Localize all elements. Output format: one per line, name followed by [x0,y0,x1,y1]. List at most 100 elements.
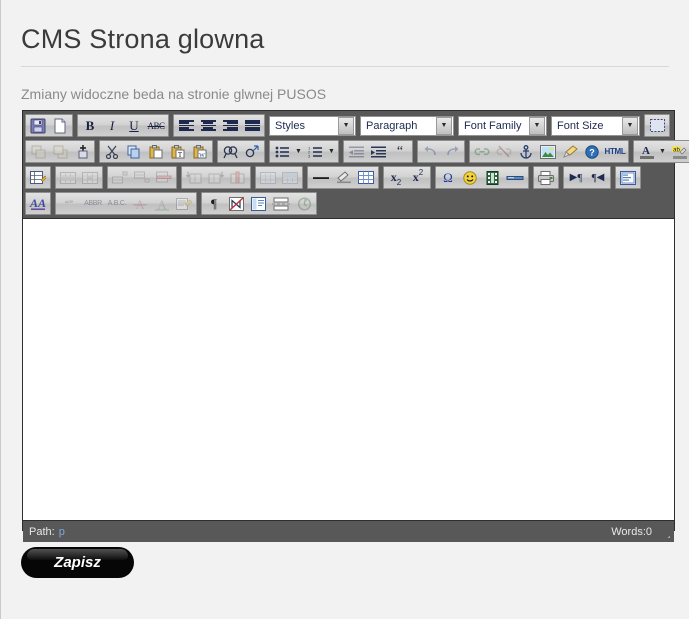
link-icon[interactable] [471,141,493,162]
page-break-icon[interactable] [503,167,527,188]
direction-rtl-icon[interactable]: ¶ ◀ [587,167,609,188]
restore-draft-icon[interactable] [293,193,315,214]
paste-word-icon[interactable]: W [189,141,211,162]
align-left-icon[interactable] [175,115,197,136]
split-cells-icon[interactable] [257,167,279,188]
toolbar-group-table-edit [25,166,51,189]
citation-icon[interactable]: “” [57,193,81,214]
align-center-icon[interactable] [197,115,219,136]
styles-select[interactable]: Styles ▼ [269,115,357,136]
horizontal-rule-icon[interactable] [309,167,333,188]
save-button[interactable]: Zapisz [21,547,134,578]
paste-icon[interactable] [145,141,167,162]
font-size-select[interactable]: Font Size ▼ [551,115,641,136]
insert-column-before-icon[interactable] [183,167,205,188]
save-icon[interactable] [27,115,49,136]
toolbar-group-table-merge [255,166,303,189]
remove-format-icon[interactable] [333,167,355,188]
media-icon[interactable] [481,167,503,188]
insert-row-after-icon[interactable] [131,167,153,188]
table-row-properties-icon[interactable] [57,167,79,188]
chevron-down-icon[interactable]: ▼ [622,116,639,135]
align-right-icon[interactable] [219,115,241,136]
font-family-select-value: Font Family [463,119,522,132]
italic-icon[interactable]: I [101,115,123,136]
paste-text-icon[interactable]: T [167,141,189,162]
insert-row-before-icon[interactable] [109,167,131,188]
chevron-down-icon[interactable]: ▼ [529,116,545,135]
toolbar-group-find [217,140,265,163]
underline-icon[interactable]: U [123,115,145,136]
show-invisible-chars-icon[interactable]: ¶ [203,193,225,214]
delete-row-icon[interactable] [153,167,175,188]
print-icon[interactable] [535,167,557,188]
toolbar-group-media: Ω [435,166,529,189]
chevron-down-icon[interactable]: ▼ [435,116,452,135]
numbered-list-dropdown-icon[interactable]: ▼ [326,141,337,162]
nonbreaking-icon[interactable] [225,193,247,214]
deletion-icon[interactable]: A [129,193,151,214]
resize-grip-icon[interactable] [658,526,670,538]
numbered-list-icon[interactable]: 1 2 3 [304,141,326,162]
replace-icon[interactable] [241,141,263,162]
copy-icon[interactable] [123,141,145,162]
redo-icon[interactable] [441,141,463,162]
blockquote-icon[interactable]: “ [389,141,411,162]
html-source-icon[interactable]: HTML [603,141,627,162]
style-props-icon[interactable]: AA [27,193,49,214]
outdent-icon[interactable] [345,141,367,162]
bold-icon[interactable]: B [79,115,101,136]
merge-cells-icon[interactable] [279,167,301,188]
acronym-icon[interactable]: A.B.C. [105,193,129,214]
edit-table-icon[interactable] [27,167,49,188]
bullet-list-icon[interactable] [271,141,293,162]
unlink-icon[interactable] [493,141,515,162]
layer-back-icon[interactable] [27,141,49,162]
superscript-icon[interactable]: x2 [407,167,429,188]
special-character-icon[interactable]: Ω [437,167,459,188]
insert-column-after-icon[interactable] [205,167,227,188]
toolbar-group-direction: ▶ ¶ ¶ ◀ [563,166,611,189]
anchor-icon[interactable] [515,141,537,162]
delete-column-icon[interactable] [227,167,249,188]
toolbar-group-clipboard: T W [99,140,213,163]
save-button-label: Zapisz [54,554,101,571]
background-color-icon[interactable]: ab [668,141,689,162]
attributes-icon[interactable] [173,193,195,214]
page-break-2-icon[interactable] [269,193,293,214]
layer-add-icon[interactable] [71,141,93,162]
insertion-icon[interactable]: A [151,193,173,214]
emoticon-icon[interactable] [459,167,481,188]
abbreviation-icon[interactable]: ABBR [81,193,105,214]
search-icon[interactable] [219,141,241,162]
bullet-list-dropdown-icon[interactable]: ▼ [293,141,304,162]
path-value[interactable]: p [59,526,65,538]
select-all-icon[interactable] [646,115,668,136]
text-color-dropdown-icon[interactable]: ▼ [657,141,668,162]
text-color-icon[interactable]: A [635,141,657,162]
paragraph-select[interactable]: Paragraph ▼ [360,115,454,136]
visual-aid-icon[interactable] [355,167,377,188]
toolbar-group-file [25,114,73,137]
help-icon[interactable]: ? [581,141,603,162]
toolbar-group-styleprops: AA [25,192,51,215]
indent-icon[interactable] [367,141,389,162]
cleanup-icon[interactable] [559,141,581,162]
strikethrough-icon[interactable]: ABC [145,115,167,136]
undo-icon[interactable] [419,141,441,162]
align-justify-icon[interactable] [241,115,263,136]
font-family-select[interactable]: Font Family ▼ [457,115,547,136]
subscript-icon[interactable]: x2 [385,167,407,188]
chevron-down-icon[interactable]: ▼ [338,116,355,135]
table-cell-properties-icon[interactable] [79,167,101,188]
template-icon[interactable] [247,193,269,214]
direction-ltr-icon[interactable]: ▶ ¶ [565,167,587,188]
layer-front-icon[interactable] [49,141,71,162]
statusbar-right: Words:0 [611,526,670,538]
toolbar-group-align [173,114,265,137]
new-document-icon[interactable] [49,115,71,136]
cut-icon[interactable] [101,141,123,162]
editor-content-area[interactable] [23,218,674,521]
image-icon[interactable] [537,141,559,162]
fullscreen-icon[interactable] [617,167,639,188]
